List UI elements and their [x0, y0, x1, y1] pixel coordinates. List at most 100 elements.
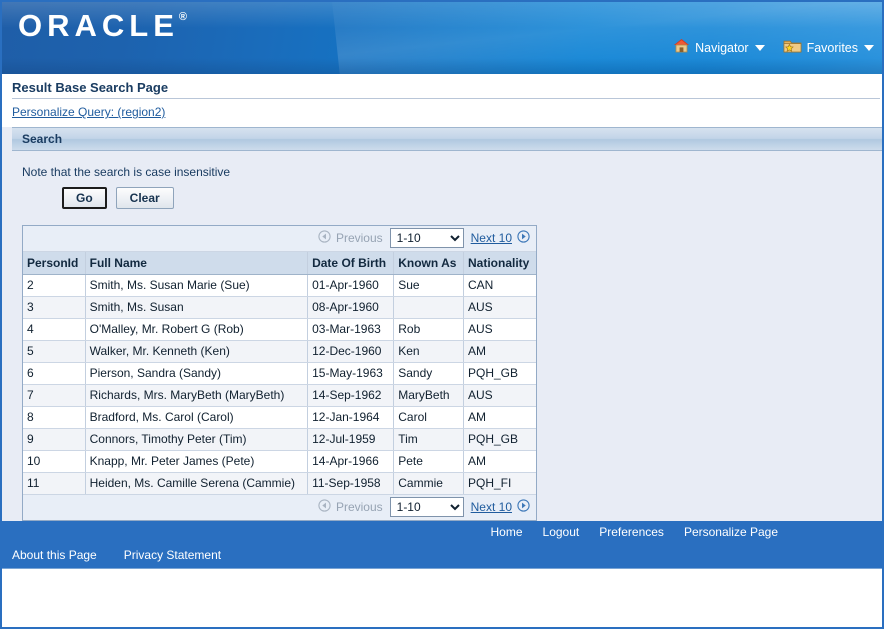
next-link[interactable]: Next 10	[471, 499, 530, 515]
cell-nationality: PQH_GB	[463, 428, 536, 451]
circle-arrow-left-icon	[318, 230, 331, 246]
footer-link-about-this-page[interactable]: About this Page	[12, 548, 97, 562]
cell-dob: 03-Mar-1963	[307, 318, 395, 341]
search-region-header: Search	[12, 127, 882, 151]
cell-dob: 14-Apr-1966	[307, 450, 395, 473]
table-header-row: PersonId Full Name Date Of Birth Known A…	[23, 251, 536, 275]
pagination-controls: Previous 1-10 Next 10	[27, 228, 532, 248]
cell-personid: 10	[23, 450, 86, 473]
global-navigation: Navigator Favorites	[673, 38, 874, 57]
cell-personid: 7	[23, 384, 86, 407]
table-row: 6 Pierson, Sandra (Sandy) 15-May-1963 Sa…	[23, 362, 536, 385]
cell-personid: 6	[23, 362, 86, 385]
clear-button[interactable]: Clear	[115, 187, 174, 209]
cell-personid: 5	[23, 340, 86, 363]
cell-knownas: Tim	[393, 428, 464, 451]
cell-nationality: AM	[463, 406, 536, 429]
previous-label: Previous	[335, 231, 383, 245]
previous-link-disabled: Previous	[318, 499, 383, 515]
cell-dob: 15-May-1963	[307, 362, 395, 385]
cell-fullname: O'Malley, Mr. Robert G (Rob)	[85, 318, 309, 341]
cell-personid: 4	[23, 318, 86, 341]
cell-knownas: Ken	[393, 340, 464, 363]
cell-nationality: CAN	[463, 274, 536, 297]
cell-nationality: AUS	[463, 318, 536, 341]
table-row: 11 Heiden, Ms. Camille Serena (Cammie) 1…	[23, 472, 536, 495]
footer-secondary-bar: About this Page Privacy Statement	[2, 543, 882, 568]
cell-knownas: Cammie	[393, 472, 464, 495]
next-link[interactable]: Next 10	[471, 230, 530, 246]
column-header-knownas: Known As	[393, 251, 464, 275]
cell-dob: 12-Jan-1964	[307, 406, 395, 429]
cell-knownas: Rob	[393, 318, 464, 341]
circle-arrow-right-icon[interactable]	[517, 499, 530, 515]
go-button[interactable]: Go	[62, 187, 107, 209]
personalize-query-link[interactable]: Personalize Query: (region2)	[12, 105, 165, 119]
cell-fullname: Walker, Mr. Kenneth (Ken)	[85, 340, 309, 363]
cell-personid: 8	[23, 406, 86, 429]
cell-personid: 2	[23, 274, 86, 297]
cell-fullname: Richards, Mrs. MaryBeth (MaryBeth)	[85, 384, 309, 407]
application-page: ORACLE® Navigator Favorites Result Base …	[0, 0, 884, 629]
footer-link-personalize-page[interactable]: Personalize Page	[684, 525, 778, 539]
column-header-personid: PersonId	[23, 251, 86, 275]
column-header-nationality: Nationality	[463, 251, 536, 275]
search-button-row: Go Clear	[62, 187, 882, 209]
page-title: Result Base Search Page	[12, 80, 880, 99]
home-icon	[673, 38, 690, 57]
table-row: 8 Bradford, Ms. Carol (Carol) 12-Jan-196…	[23, 406, 536, 429]
registered-trademark-icon: ®	[178, 11, 187, 23]
circle-arrow-left-icon	[318, 499, 331, 515]
folder-star-icon	[783, 38, 802, 57]
results-table: Previous 1-10 Next 10 PersonId Full Name…	[23, 226, 536, 520]
table-row: 7 Richards, Mrs. MaryBeth (MaryBeth) 14-…	[23, 384, 536, 407]
table-row: 4 O'Malley, Mr. Robert G (Rob) 03-Mar-19…	[23, 318, 536, 341]
page-range-select-top[interactable]: 1-10	[389, 228, 464, 248]
pagination-top: Previous 1-10 Next 10	[23, 226, 536, 252]
table-row: 5 Walker, Mr. Kenneth (Ken) 12-Dec-1960 …	[23, 340, 536, 363]
cell-fullname: Smith, Ms. Susan	[85, 296, 309, 319]
cell-nationality: PQH_FI	[463, 472, 536, 495]
footer-link-home[interactable]: Home	[491, 525, 523, 539]
circle-arrow-right-icon[interactable]	[517, 230, 530, 246]
header-sheen-bottom	[2, 58, 882, 74]
cell-knownas	[393, 296, 464, 319]
table-row: 9 Connors, Timothy Peter (Tim) 12-Jul-19…	[23, 428, 536, 451]
footer-primary-bar: Home Logout Preferences Personalize Page	[2, 521, 882, 543]
next-label[interactable]: Next 10	[471, 231, 512, 245]
cell-knownas: Carol	[393, 406, 464, 429]
cell-fullname: Connors, Timothy Peter (Tim)	[85, 428, 309, 451]
previous-link-disabled: Previous	[318, 230, 383, 246]
pagination-bottom-cell: Previous 1-10 Next 10	[23, 494, 536, 520]
favorites-menu[interactable]: Favorites	[783, 38, 874, 57]
page-range-select-bottom[interactable]: 1-10	[389, 497, 464, 517]
cell-knownas: Sue	[393, 274, 464, 297]
table-row: 2 Smith, Ms. Susan Marie (Sue) 01-Apr-19…	[23, 274, 536, 297]
cell-knownas: MaryBeth	[393, 384, 464, 407]
cell-personid: 9	[23, 428, 86, 451]
footer-link-privacy-statement[interactable]: Privacy Statement	[124, 548, 221, 562]
chevron-down-icon	[754, 44, 765, 51]
oracle-logo: ORACLE®	[18, 8, 187, 44]
navigator-menu[interactable]: Navigator	[673, 38, 765, 57]
page-bottom-blank-area	[2, 568, 882, 627]
cell-nationality: AM	[463, 450, 536, 473]
branding-header: ORACLE® Navigator Favorites	[2, 2, 882, 74]
cell-dob: 12-Dec-1960	[307, 340, 395, 363]
content-area: Search Note that the search is case inse…	[2, 127, 882, 521]
favorites-label: Favorites	[806, 40, 858, 55]
next-label[interactable]: Next 10	[471, 500, 512, 514]
cell-nationality: AUS	[463, 384, 536, 407]
footer-link-preferences[interactable]: Preferences	[599, 525, 664, 539]
table-row: 3 Smith, Ms. Susan 08-Apr-1960 AUS	[23, 296, 536, 319]
cell-fullname: Smith, Ms. Susan Marie (Sue)	[85, 274, 309, 297]
chevron-down-icon	[864, 44, 874, 51]
cell-nationality: AM	[463, 340, 536, 363]
cell-fullname: Bradford, Ms. Carol (Carol)	[85, 406, 309, 429]
cell-dob: 14-Sep-1962	[307, 384, 395, 407]
page-title-zone: Result Base Search Page Personalize Quer…	[2, 74, 882, 121]
cell-dob: 08-Apr-1960	[307, 296, 395, 319]
pagination-controls: Previous 1-10 Next 10	[27, 497, 532, 517]
cell-dob: 11-Sep-1958	[307, 472, 395, 495]
footer-link-logout[interactable]: Logout	[543, 525, 580, 539]
